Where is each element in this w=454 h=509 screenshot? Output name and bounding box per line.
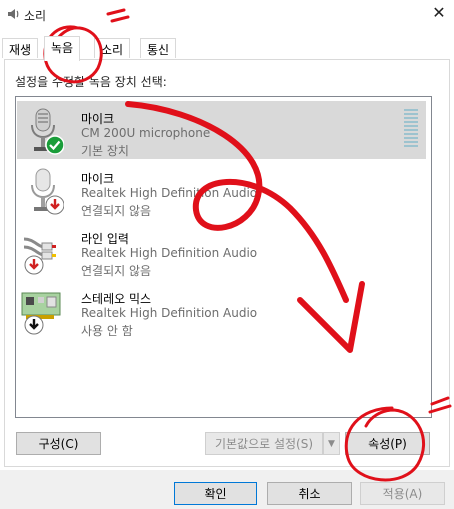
cancel-button[interactable]: 취소 (267, 482, 352, 505)
level-meter (404, 109, 418, 151)
tab-label: 소리 (101, 43, 124, 57)
button-label: 확인 (204, 487, 227, 501)
tab-label: 녹음 (51, 41, 74, 55)
apply-button[interactable]: 적용(A) (360, 482, 445, 505)
ok-button[interactable]: 확인 (174, 482, 257, 505)
device-status: 연결되지 않음 (81, 264, 152, 278)
chevron-down-icon: ▼ (328, 438, 335, 449)
microphone-icon (31, 108, 64, 155)
device-list[interactable]: 마이크 CM 200U microphone 기본 장치 마이크 Realtek… (15, 96, 432, 418)
sound-card-icon (21, 292, 61, 335)
check-icon (45, 135, 64, 155)
speaker-icon (8, 9, 19, 19)
set-default-dropdown[interactable]: ▼ (323, 432, 340, 455)
list-item[interactable]: 마이크 CM 200U microphone 기본 장치 (17, 101, 426, 159)
button-label: 취소 (298, 487, 321, 501)
device-name: 마이크 (81, 112, 115, 126)
tab-communications[interactable]: 통신 (140, 38, 177, 58)
device-description: Realtek High Definition Audio (81, 186, 258, 200)
device-status: 사용 안 함 (81, 324, 133, 338)
title-bar: 소리 ✕ (0, 0, 454, 30)
window-title: 소리 (24, 9, 47, 23)
button-label: 적용(A) (382, 487, 423, 501)
tab-sounds[interactable]: 소리 (94, 38, 131, 58)
tab-recording[interactable]: 녹음 (44, 36, 81, 61)
button-label: 구성(C) (38, 437, 79, 451)
tab-label: 재생 (9, 43, 32, 57)
device-name: 마이크 (81, 172, 115, 186)
close-icon: ✕ (432, 2, 446, 22)
device-description: Realtek High Definition Audio (81, 306, 258, 320)
device-name: 라인 입력 (81, 232, 129, 246)
microphone-icon (31, 168, 64, 215)
button-label: 기본값으로 설정(S) (214, 437, 314, 451)
unplugged-arrow-icon (45, 195, 64, 215)
tab-playback[interactable]: 재생 (2, 38, 39, 58)
select-device-label: 설정을 수정할 녹음 장치 선택: (15, 75, 167, 89)
list-item[interactable]: 스테레오 믹스 Realtek High Definition Audio 사용… (17, 281, 426, 339)
device-status: 기본 장치 (81, 144, 129, 158)
list-item[interactable]: 라인 입력 Realtek High Definition Audio 연결되지… (17, 221, 426, 279)
tab-label: 통신 (147, 43, 170, 57)
unplugged-arrow-icon (24, 255, 44, 275)
line-in-cable-icon (23, 237, 56, 275)
device-description: CM 200U microphone (81, 126, 211, 140)
button-label: 속성(P) (368, 437, 407, 451)
properties-button[interactable]: 속성(P) (345, 432, 430, 455)
disabled-arrow-icon (24, 315, 44, 335)
set-default-button[interactable]: 기본값으로 설정(S) (205, 432, 323, 455)
configure-button[interactable]: 구성(C) (16, 432, 101, 455)
list-item[interactable]: 마이크 Realtek High Definition Audio 연결되지 않… (17, 161, 426, 219)
device-description: Realtek High Definition Audio (81, 246, 258, 260)
device-status: 연결되지 않음 (81, 204, 152, 218)
close-button[interactable]: ✕ (424, 0, 454, 24)
tab-strip: 재생 녹음 소리 통신 (0, 36, 454, 61)
device-name: 스테레오 믹스 (81, 292, 152, 306)
